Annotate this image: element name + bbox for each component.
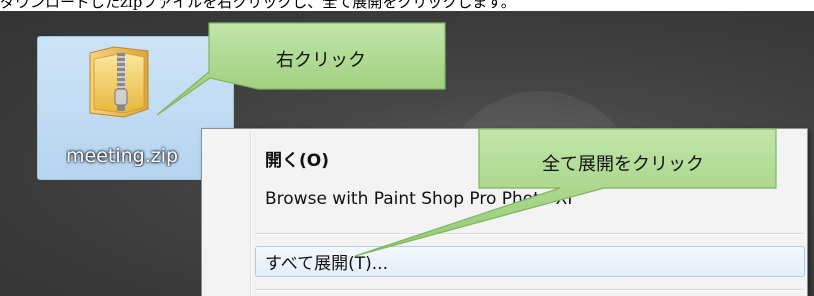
callout-extract-all-bubble [354, 128, 777, 257]
callout-extract-all-label: 全て展開をクリック [542, 154, 704, 175]
callout-overlay [156, 22, 777, 257]
callout-right-click-label: 右クリック [276, 50, 366, 71]
